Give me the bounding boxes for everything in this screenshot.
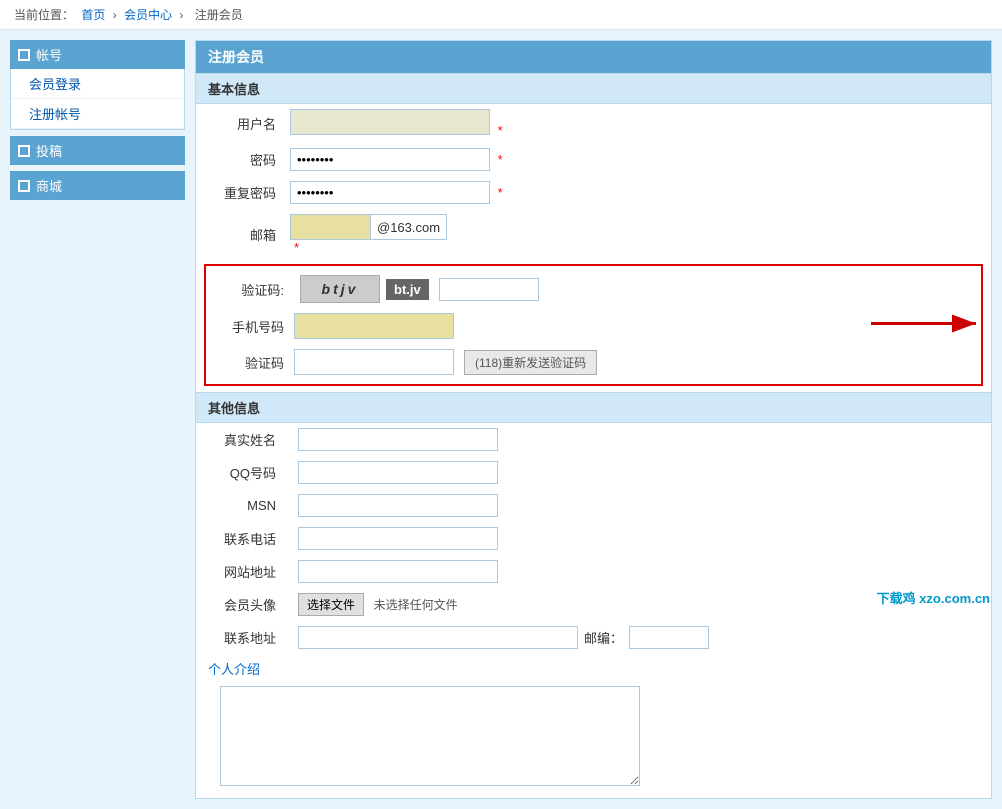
phone-label: 手机号码: [214, 317, 294, 336]
basic-info-table: 用户名 * 密码 * 重复密码 *: [196, 104, 991, 260]
msn-input-cell: [286, 489, 991, 522]
msn-row: MSN: [196, 489, 991, 522]
qq-label: QQ号码: [196, 456, 286, 489]
confirm-password-row: 重复密码 *: [196, 176, 991, 209]
confirm-password-input[interactable]: [290, 181, 490, 204]
sms-label: 验证码: [214, 353, 294, 372]
zip-input[interactable]: [629, 626, 709, 649]
real-name-input-cell: [286, 423, 991, 456]
breadcrumb-sep2: ›: [179, 8, 183, 22]
address-row: 联系地址 邮编：: [196, 621, 991, 654]
breadcrumb-bar: 当前位置： 首页 › 会员中心 › 注册会员: [0, 0, 1002, 30]
contact-phone-label: 联系电话: [196, 522, 286, 555]
sidebar-submit-label: 投稿: [36, 141, 62, 160]
avatar-row: 会员头像 选择文件 未选择任何文件: [196, 588, 991, 621]
verify-section: 验证码: btjv bt.jv 手机号码 验证码 (118)重新发送验证码: [204, 264, 983, 386]
email-input-row: @163.com: [290, 214, 983, 240]
form-title: 注册会员: [196, 41, 991, 73]
contact-phone-row: 联系电话: [196, 522, 991, 555]
username-input-cell: *: [286, 104, 991, 143]
contact-phone-input[interactable]: [298, 527, 498, 550]
phone-input-blurred[interactable]: [294, 313, 454, 339]
basic-info-title: 基本信息: [196, 73, 991, 104]
email-suffix: @163.com: [370, 214, 447, 240]
bio-section: 个人介绍: [196, 654, 991, 798]
sidebar-section-title-submit: 投稿: [10, 136, 185, 165]
breadcrumb-register: 注册会员: [195, 8, 243, 22]
watermark: 下载鸡 xzo.com.cn: [877, 588, 990, 607]
submit-icon: [18, 145, 30, 157]
address-input-cell: 邮编：: [286, 621, 991, 654]
captcha-image: btjv: [300, 275, 380, 303]
breadcrumb-sep1: ›: [113, 8, 117, 22]
msn-input[interactable]: [298, 494, 498, 517]
password-row: 密码 *: [196, 143, 991, 176]
real-name-label: 真实姓名: [196, 423, 286, 456]
password-label: 密码: [196, 143, 286, 176]
no-file-text: 未选择任何文件: [374, 598, 458, 612]
bio-label: 个人介绍: [208, 659, 979, 678]
address-row-inner: 邮编：: [298, 626, 983, 649]
qq-row: QQ号码: [196, 456, 991, 489]
other-info-table: 真实姓名 QQ号码 MSN 联系电话: [196, 423, 991, 654]
account-icon: [18, 49, 30, 61]
username-label: 用户名: [196, 104, 286, 143]
email-input-cell: @163.com *: [286, 209, 991, 260]
username-required: *: [498, 123, 503, 138]
avatar-label: 会员头像: [196, 588, 286, 621]
sidebar-link-login[interactable]: 会员登录: [11, 69, 184, 99]
zip-label: 邮编：: [584, 628, 623, 647]
username-row: 用户名 *: [196, 104, 991, 143]
sidebar-section-shop: 商城: [10, 171, 185, 200]
sidebar-section-account: 帐号 会员登录 注册帐号: [10, 40, 185, 130]
sidebar-link-register[interactable]: 注册帐号: [11, 99, 184, 129]
other-info-title: 其他信息: [196, 392, 991, 423]
sidebar-section-title-account: 帐号: [10, 40, 185, 69]
qq-input-cell: [286, 456, 991, 489]
arrow-container: [861, 299, 991, 352]
confirm-password-label: 重复密码: [196, 176, 286, 209]
sidebar-account-label: 帐号: [36, 45, 62, 64]
address-input[interactable]: [298, 626, 578, 649]
breadcrumb-current: 当前位置：: [14, 8, 74, 22]
sidebar-section-title-shop: 商城: [10, 171, 185, 200]
choose-file-button[interactable]: 选择文件: [298, 593, 364, 616]
website-input[interactable]: [298, 560, 498, 583]
sidebar: 帐号 会员登录 注册帐号 投稿 商城: [10, 40, 185, 799]
confirm-password-required: *: [498, 185, 503, 200]
sms-input[interactable]: [294, 349, 454, 375]
confirm-password-input-cell: *: [286, 176, 991, 209]
real-name-row: 真实姓名: [196, 423, 991, 456]
sidebar-links-account: 会员登录 注册帐号: [10, 69, 185, 130]
username-input-blurred[interactable]: [290, 109, 490, 135]
main-content: 注册会员 基本信息 用户名 * 密码 * 重复密码: [195, 40, 992, 799]
sidebar-shop-label: 商城: [36, 176, 62, 195]
captcha-label: 验证码:: [214, 280, 294, 299]
captcha-text-display: bt.jv: [386, 279, 429, 300]
breadcrumb-member-center[interactable]: 会员中心: [124, 8, 172, 22]
email-required: *: [294, 240, 299, 255]
website-label: 网站地址: [196, 555, 286, 588]
email-label: 邮箱: [196, 209, 286, 260]
email-row: 邮箱 @163.com *: [196, 209, 991, 260]
website-input-cell: [286, 555, 991, 588]
breadcrumb-home[interactable]: 首页: [81, 8, 105, 22]
real-name-input[interactable]: [298, 428, 498, 451]
bio-textarea[interactable]: [220, 686, 640, 786]
captcha-input[interactable]: [439, 278, 539, 301]
email-prefix-blurred[interactable]: [290, 214, 370, 240]
password-required: *: [498, 152, 503, 167]
address-label: 联系地址: [196, 621, 286, 654]
contact-phone-input-cell: [286, 522, 991, 555]
msn-label: MSN: [196, 489, 286, 522]
captcha-value: btjv: [322, 281, 359, 297]
sidebar-section-submit: 投稿: [10, 136, 185, 165]
password-input-cell: *: [286, 143, 991, 176]
arrow-icon: [861, 299, 991, 349]
qq-input[interactable]: [298, 461, 498, 484]
shop-icon: [18, 180, 30, 192]
password-input[interactable]: [290, 148, 490, 171]
resend-button[interactable]: (118)重新发送验证码: [464, 350, 597, 375]
website-row: 网站地址: [196, 555, 991, 588]
